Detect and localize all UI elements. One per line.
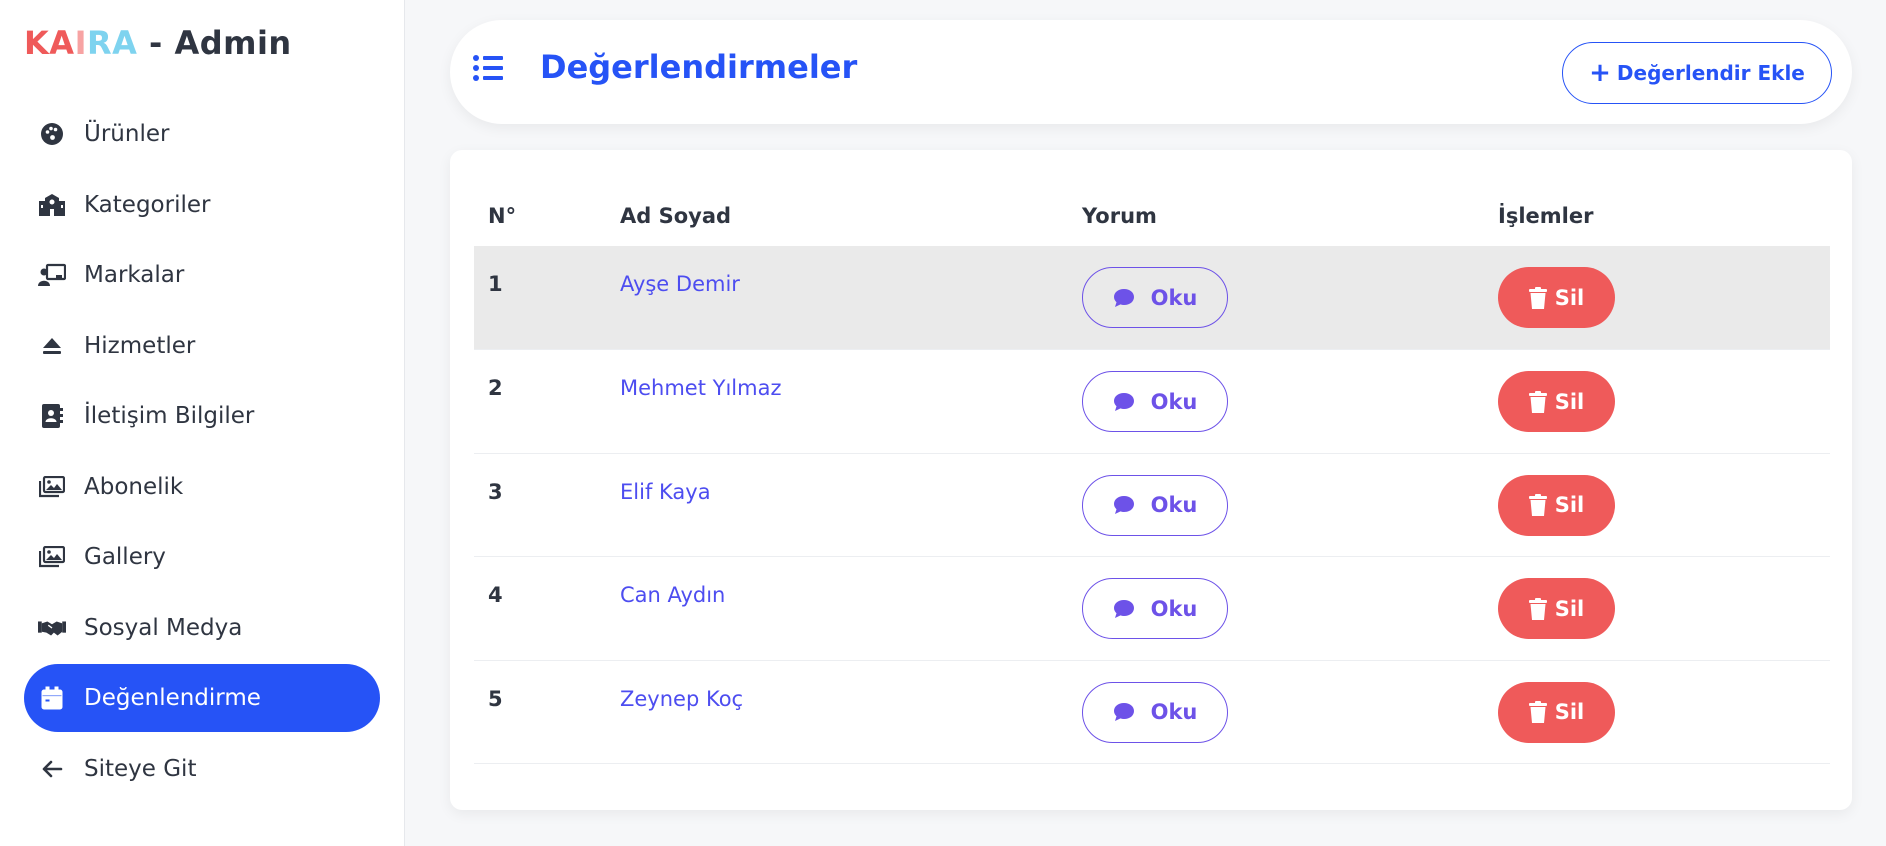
sidebar-item-label: Sosyal Medya bbox=[84, 614, 243, 641]
trash-icon bbox=[1528, 494, 1547, 516]
table-row: 2 Mehmet Yılmaz Oku Sil bbox=[474, 349, 1830, 454]
delete-button[interactable]: Sil bbox=[1498, 681, 1615, 743]
column-header-actions: İşlemler bbox=[1498, 204, 1594, 228]
row-number: 1 bbox=[474, 246, 606, 350]
handshake-icon bbox=[38, 614, 66, 642]
add-review-label: Değerlendir Ekle bbox=[1616, 61, 1805, 85]
delete-label: Sil bbox=[1554, 389, 1585, 414]
delete-label: Sil bbox=[1554, 285, 1585, 310]
trash-icon bbox=[1528, 701, 1547, 723]
chalkboard-user-icon bbox=[38, 261, 66, 289]
comment-icon bbox=[1113, 288, 1134, 307]
read-comment-button[interactable]: Oku bbox=[1082, 474, 1228, 536]
brand-part-4: - Admin bbox=[137, 24, 292, 62]
sidebar-item-label: Hizmetler bbox=[84, 332, 196, 359]
row-name-link[interactable]: Ayşe Demir bbox=[606, 246, 1068, 350]
row-name-link[interactable]: Mehmet Yılmaz bbox=[606, 349, 1068, 454]
school-icon bbox=[38, 191, 66, 219]
brand-part-1: KA bbox=[24, 24, 75, 62]
read-comment-button[interactable]: Oku bbox=[1082, 681, 1228, 743]
delete-button[interactable]: Sil bbox=[1498, 267, 1615, 328]
column-header-comment: Yorum bbox=[1082, 204, 1157, 228]
sidebar-item-label: Abonelik bbox=[84, 473, 184, 500]
plus-icon: + bbox=[1589, 58, 1611, 88]
calendar-icon bbox=[38, 684, 66, 712]
page-header: Değerlendirmeler + Değerlendir Ekle bbox=[450, 20, 1852, 124]
table-row: 4 Can Aydın Oku Sil bbox=[474, 556, 1830, 661]
sidebar-item-label: Gallery bbox=[84, 544, 166, 570]
table-row: 5 Zeynep Koç Oku Sil bbox=[474, 660, 1830, 764]
read-label: Oku bbox=[1150, 700, 1198, 724]
row-number: 4 bbox=[474, 556, 606, 661]
row-name-link[interactable]: Elif Kaya bbox=[606, 453, 1068, 557]
table-row: 1 Ayşe Demir Oku Sil bbox=[474, 246, 1830, 350]
column-header-no: N° bbox=[488, 204, 517, 228]
sidebar-item-label: Markalar bbox=[84, 262, 185, 288]
read-comment-button[interactable]: Oku bbox=[1082, 371, 1228, 432]
delete-button[interactable]: Sil bbox=[1498, 371, 1615, 432]
sidebar-item-urunler[interactable]: Ürünler bbox=[24, 100, 380, 168]
read-comment-button[interactable]: Oku bbox=[1082, 267, 1228, 328]
trash-icon bbox=[1528, 390, 1547, 413]
sidebar-item-iletisim[interactable]: İletişim Bilgiler bbox=[24, 382, 380, 450]
sidebar-item-label: Ürünler bbox=[84, 121, 170, 147]
read-label: Oku bbox=[1150, 285, 1198, 310]
row-number: 3 bbox=[474, 453, 606, 557]
brand-part-3: RA bbox=[86, 24, 138, 62]
read-label: Oku bbox=[1150, 389, 1198, 414]
sidebar-nav: Ürünler Kategoriler Markalar Hizmetler İ… bbox=[24, 100, 380, 805]
sidebar-item-degerlendirme[interactable]: Değenlendirme bbox=[24, 664, 380, 732]
trash-icon bbox=[1528, 597, 1547, 620]
brand-part-2: I bbox=[74, 24, 87, 62]
row-name-link[interactable]: Can Aydın bbox=[606, 556, 1068, 661]
read-comment-button[interactable]: Oku bbox=[1082, 578, 1228, 639]
arrow-left-icon bbox=[38, 755, 66, 783]
column-header-name: Ad Soyad bbox=[620, 204, 732, 228]
list-icon[interactable] bbox=[472, 52, 504, 88]
read-label: Oku bbox=[1150, 596, 1198, 621]
delete-label: Sil bbox=[1554, 700, 1585, 724]
sidebar-item-markalar[interactable]: Markalar bbox=[24, 241, 380, 309]
eject-icon bbox=[38, 332, 66, 360]
row-name-link[interactable]: Zeynep Koç bbox=[606, 660, 1068, 764]
reviews-table-card: N° Ad Soyad Yorum İşlemler 1 Ayşe Demir … bbox=[450, 150, 1852, 810]
table-row: 3 Elif Kaya Oku Sil bbox=[474, 453, 1830, 557]
images-icon bbox=[38, 473, 66, 501]
sidebar-item-siteye-git[interactable]: Siteye Git bbox=[24, 735, 380, 803]
page-title: Değerlendirmeler bbox=[540, 48, 858, 86]
comment-icon bbox=[1113, 496, 1134, 514]
table-header-row: N° Ad Soyad Yorum İşlemler bbox=[474, 186, 1830, 246]
sidebar-item-sosyal-medya[interactable]: Sosyal Medya bbox=[24, 594, 380, 662]
sidebar-item-hizmetler[interactable]: Hizmetler bbox=[24, 312, 380, 380]
sidebar-item-label: Siteye Git bbox=[84, 755, 197, 782]
read-label: Oku bbox=[1150, 493, 1198, 517]
comment-icon bbox=[1113, 703, 1134, 721]
sidebar-item-label: Değenlendirme bbox=[84, 685, 261, 711]
delete-button[interactable]: Sil bbox=[1498, 578, 1615, 639]
sidebar-item-abonelik[interactable]: Abonelik bbox=[24, 453, 380, 521]
address-book-icon bbox=[38, 402, 66, 430]
sidebar-item-kategoriler[interactable]: Kategoriler bbox=[24, 171, 380, 239]
sidebar-item-label: İletişim Bilgiler bbox=[84, 403, 255, 429]
comment-icon bbox=[1113, 599, 1134, 618]
row-number: 2 bbox=[474, 349, 606, 454]
sidebar-item-label: Kategoriler bbox=[84, 191, 211, 218]
comment-icon bbox=[1113, 392, 1134, 411]
delete-label: Sil bbox=[1554, 493, 1585, 517]
reviews-table: N° Ad Soyad Yorum İşlemler 1 Ayşe Demir … bbox=[474, 186, 1830, 764]
trash-icon bbox=[1528, 286, 1547, 309]
delete-label: Sil bbox=[1554, 596, 1585, 621]
images-icon bbox=[38, 543, 66, 571]
add-review-button[interactable]: + Değerlendir Ekle bbox=[1562, 42, 1832, 104]
sidebar-item-gallery[interactable]: Gallery bbox=[24, 523, 380, 591]
delete-button[interactable]: Sil bbox=[1498, 474, 1615, 536]
palette-icon bbox=[38, 120, 66, 148]
sidebar: KAIRA - Admin Ürünler Kategoriler Markal… bbox=[0, 0, 405, 846]
brand-logo[interactable]: KAIRA - Admin bbox=[24, 24, 292, 62]
row-number: 5 bbox=[474, 660, 606, 764]
